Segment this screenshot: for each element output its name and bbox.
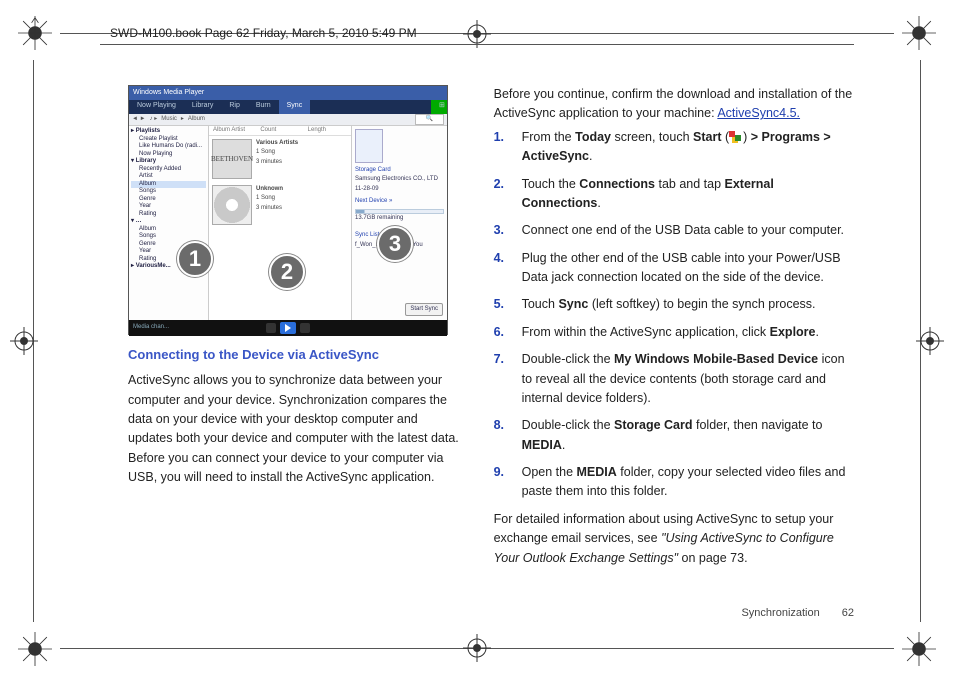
wm-album-list: Album ArtistCountLength BEETHOVEN Variou…: [209, 126, 351, 320]
footer-page: 62: [842, 607, 854, 619]
page-header: SWD-M100.book Page 62 Friday, March 5, 2…: [110, 26, 417, 40]
search-input: 🔍: [415, 114, 444, 125]
step-7: 7.Double-click the My Windows Mobile-Bas…: [494, 350, 854, 408]
footer-section: Synchronization: [741, 607, 819, 619]
cd-icon: [212, 185, 252, 225]
wm-title: Windows Media Player: [133, 88, 204, 99]
crop-mark-sun-icon: [902, 632, 936, 666]
step-3: 3.Connect one end of the USB Data cable …: [494, 221, 854, 240]
crop-mark-cross-icon: [10, 327, 38, 355]
step-9: 9.Open the MEDIA folder, copy your selec…: [494, 463, 854, 502]
tab-now-playing: Now Playing: [129, 100, 184, 114]
outro-paragraph: For detailed information about using Act…: [494, 510, 854, 568]
tab-library: Library: [184, 100, 221, 114]
header-rule: [100, 44, 854, 45]
tab-burn: Burn: [248, 100, 279, 114]
crop-mark-sun-icon: [18, 632, 52, 666]
tab-rip: Rip: [221, 100, 248, 114]
right-column: Before you continue, confirm the downloa…: [494, 85, 854, 622]
callout-2: 2: [269, 254, 305, 290]
album-art-icon: BEETHOVEN: [212, 139, 252, 179]
intro-paragraph: Before you continue, confirm the downloa…: [494, 85, 854, 124]
tb-album: Album: [188, 115, 205, 124]
wm-toolbar: ◄ ► ♪ ▸ Music▸ Album 🔍: [129, 114, 447, 126]
crop-mark-cross-icon: [916, 327, 944, 355]
next-icon: [300, 323, 310, 333]
prev-icon: [266, 323, 276, 333]
section-heading: Connecting to the Device via ActiveSync: [128, 345, 462, 365]
step-4: 4.Plug the other end of the USB cable in…: [494, 249, 854, 288]
step-5: 5.Touch Sync (left softkey) to begin the…: [494, 295, 854, 314]
embedded-screenshot: Windows Media Player Now Playing Library…: [128, 85, 448, 335]
wm-player-bar: Media chan...: [129, 320, 447, 336]
storage-card-icon: [355, 129, 383, 163]
wm-titlebar: Windows Media Player: [129, 86, 447, 100]
wm-tabs: Now Playing Library Rip Burn Sync ⊞: [129, 100, 447, 114]
step-8: 8.Double-click the Storage Card folder, …: [494, 416, 854, 455]
windows-start-icon: [729, 131, 743, 143]
play-icon: [280, 322, 296, 334]
step-2: 2.Touch the Connections tab and tap Exte…: [494, 175, 854, 214]
left-column: Windows Media Player Now Playing Library…: [100, 85, 462, 622]
step-6: 6.From within the ActiveSync application…: [494, 323, 854, 342]
section-paragraph: ActiveSync allows you to synchronize dat…: [128, 371, 462, 487]
activesync-link[interactable]: ActiveSync4.5.: [717, 106, 800, 120]
crop-mark-sun-icon: [902, 16, 936, 50]
page-footer: Synchronization 62: [741, 605, 854, 622]
start-sync-button: Start Sync: [405, 303, 443, 316]
steps-list: 1.From the Today screen, touch Start () …: [494, 128, 854, 502]
callout-3: 3: [377, 226, 413, 262]
wm-sidebar: ▸ Playlists Create Playlist Like Humans …: [129, 126, 209, 320]
crop-mark-sun-icon: [18, 16, 52, 50]
wm-sync-pane: Storage Card Samsung Electronics CO., LT…: [351, 126, 447, 320]
tab-sync: Sync: [279, 100, 311, 114]
tb-music: Music: [161, 115, 177, 124]
step-1: 1.From the Today screen, touch Start () …: [494, 128, 854, 167]
callout-1: 1: [177, 241, 213, 277]
page: SWD-M100.book Page 62 Friday, March 5, 2…: [0, 0, 954, 682]
content: Windows Media Player Now Playing Library…: [100, 85, 854, 622]
windows-flag-icon: ⊞: [431, 100, 447, 114]
crop-mark-cross-icon: [463, 634, 491, 662]
